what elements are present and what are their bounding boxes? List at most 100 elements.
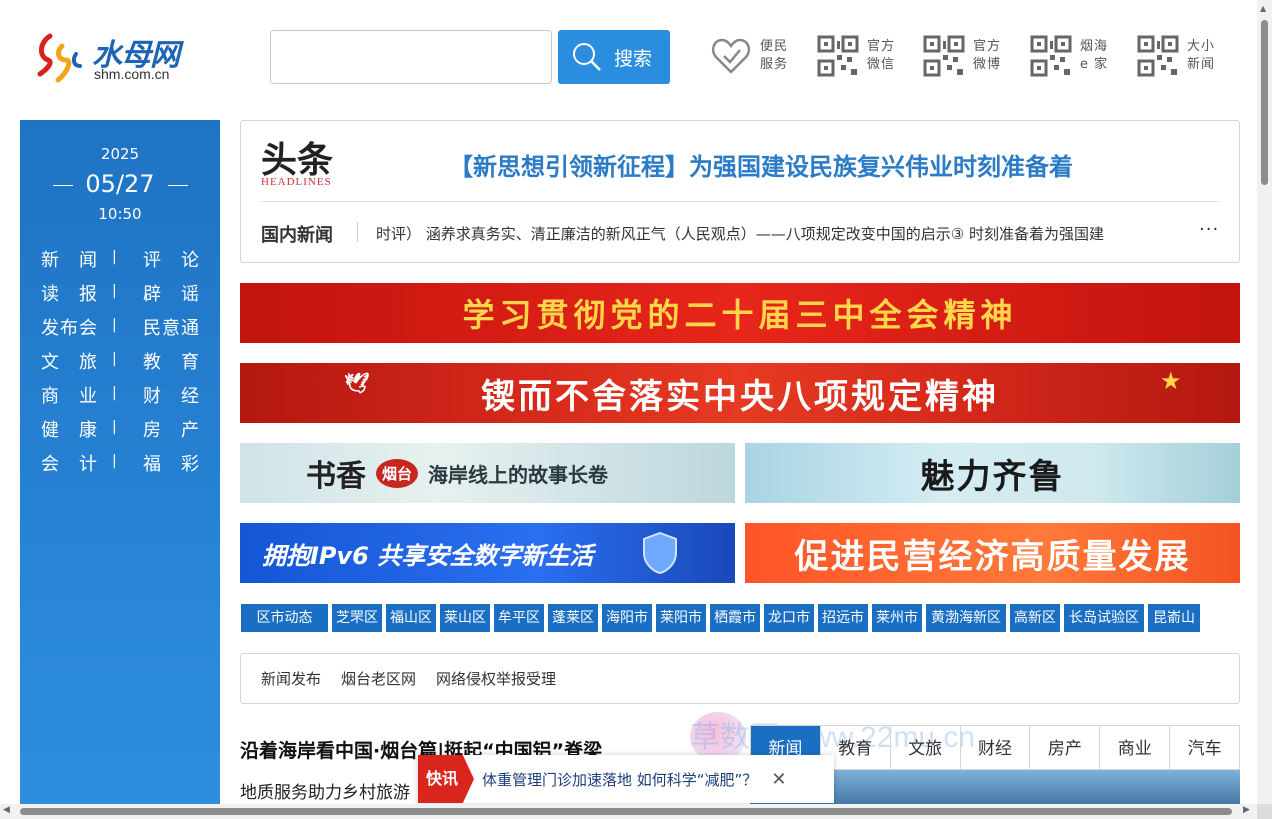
banner-third-plenum[interactable]: 学习贯彻党的二十届三中全会精神	[240, 283, 1240, 343]
banner-ipv6[interactable]: 拥抱IPv6 共享安全数字新生活	[240, 523, 735, 583]
link-news-release[interactable]: 新闻发布	[261, 668, 321, 689]
banner-text: 促进民营经济高质量发展	[794, 536, 1191, 577]
district-link[interactable]: 蓬莱区	[548, 604, 598, 632]
district-link[interactable]: 芝罘区	[332, 604, 382, 632]
heart-icon	[711, 38, 751, 74]
link-yantai-old-area[interactable]: 烟台老区网	[341, 668, 416, 689]
sidebar-item-business[interactable]: 商业	[41, 382, 97, 408]
nav-separator: |	[112, 385, 117, 401]
tab-culture-tourism[interactable]: 文旅	[891, 726, 961, 769]
close-icon[interactable]: ✕	[771, 769, 786, 790]
district-nav: 区市动态 芝罘区 福山区 莱山区 牟平区 蓬莱区 海阳市 莱阳市 栖霞市 龙口市…	[241, 604, 1204, 632]
divider	[357, 222, 358, 242]
sidebar-item-public-opinion[interactable]: 民意通	[143, 314, 199, 340]
scroll-up-icon[interactable]: ▲	[1260, 4, 1266, 13]
qr-code-icon	[1030, 35, 1072, 77]
scrollbar-thumb[interactable]	[20, 808, 1232, 815]
district-link[interactable]: 牟平区	[494, 604, 544, 632]
sidebar-item-culture-tourism[interactable]: 文旅	[41, 348, 97, 374]
horizontal-scrollbar[interactable]: ◀ ▶	[0, 804, 1257, 819]
banner-private-economy[interactable]: 促进民营经济高质量发展	[745, 523, 1240, 583]
nav-separator: |	[112, 249, 117, 265]
sidebar-item-comment[interactable]: 评论	[143, 246, 199, 272]
scroll-left-icon[interactable]: ◀	[3, 805, 10, 815]
headlines-panel: 头条 HEADLINES 【新思想引领新征程】为强国建设民族复兴伟业时刻准备着 …	[240, 120, 1240, 263]
star-icon: ★	[1160, 367, 1185, 395]
headline-title-link[interactable]: 【新思想引领新征程】为强国建设民族复兴伟业时刻准备着	[449, 147, 1073, 182]
domestic-news-label[interactable]: 国内新闻	[261, 221, 333, 247]
official-wechat-link[interactable]: 官方 微信	[817, 32, 899, 80]
scrollbar-thumb[interactable]	[1261, 20, 1268, 185]
sidebar-item-real-estate[interactable]: 房产	[143, 416, 199, 442]
tab-real-estate[interactable]: 房产	[1030, 726, 1101, 769]
tool-label: 便民	[760, 39, 789, 54]
search-icon	[573, 43, 601, 71]
nav-separator: |	[112, 283, 117, 299]
news-ticker[interactable]: 时评） 涵养求真务实、清正廉洁的新风正气（人民观点）——八项规定改变中国的启示③…	[376, 223, 1181, 244]
scroll-right-icon[interactable]: ▶	[1243, 805, 1250, 815]
search-button-label: 搜索	[614, 47, 653, 70]
official-weibo-link[interactable]: 官方 微博	[923, 32, 1005, 80]
district-link[interactable]: 莱阳市	[656, 604, 706, 632]
district-link[interactable]: 招远市	[818, 604, 868, 632]
tool-label: 官方	[867, 39, 896, 54]
sidebar-item-news[interactable]: 新闻	[41, 246, 97, 272]
daxiao-news-link[interactable]: 大小 新闻	[1137, 32, 1219, 80]
sidebar-nav-row: 会计 | 福彩	[20, 450, 220, 484]
flash-tag: 快讯	[418, 755, 474, 803]
district-link[interactable]: 昆嵛山	[1148, 604, 1200, 632]
district-link[interactable]: 栖霞市	[710, 604, 760, 632]
district-link[interactable]: 莱州市	[872, 604, 922, 632]
district-link[interactable]: 莱山区	[440, 604, 490, 632]
search-input[interactable]	[270, 30, 552, 84]
tab-finance[interactable]: 财经	[961, 726, 1031, 769]
site-logo[interactable]: 水母网 shm.com.cn	[36, 28, 206, 92]
district-link[interactable]: 福山区	[386, 604, 436, 632]
district-link[interactable]: 海阳市	[602, 604, 652, 632]
vertical-scrollbar[interactable]: ▲	[1257, 0, 1272, 804]
banner-seal: 烟台	[376, 458, 419, 488]
district-link[interactable]: 长岛试验区	[1064, 604, 1144, 632]
sidebar-item-lottery[interactable]: 福彩	[143, 450, 199, 476]
district-link[interactable]: 黄渤海新区	[926, 604, 1006, 632]
banner-eight-rules[interactable]: 🕊 锲而不舍落实中央八项规定精神 ★	[240, 363, 1240, 423]
sidebar-nav-row: 文旅 | 教育	[20, 348, 220, 382]
scrollbar-corner	[1257, 804, 1272, 819]
district-link[interactable]: 高新区	[1010, 604, 1060, 632]
banner-charming-qilu[interactable]: 魅力齐鲁	[745, 443, 1240, 503]
banner-text: 拥抱IPv6 共享安全数字新生活	[262, 541, 594, 570]
tool-label: 官方	[973, 39, 1002, 54]
sidebar-item-accounting[interactable]: 会计	[41, 450, 97, 476]
logo-domain: shm.com.cn	[94, 66, 170, 82]
sidebar: 2025 05/27 10:50 新闻 | 评论 读报 | 辟谣 发布会 | 民…	[20, 120, 220, 819]
sidebar-item-education[interactable]: 教育	[143, 348, 199, 374]
yanhai-ejia-link[interactable]: 烟海 e 家	[1030, 32, 1112, 80]
tool-label: 微信	[867, 57, 896, 72]
tool-label: 微博	[973, 57, 1002, 72]
sidebar-nav-row: 发布会 | 民意通	[20, 314, 220, 348]
sidebar-item-rumor[interactable]: 辟谣	[143, 280, 199, 306]
more-icon[interactable]: ···	[1199, 219, 1219, 240]
sidebar-nav-row: 新闻 | 评论	[20, 246, 220, 280]
banner-book-fragrance-yantai[interactable]: 书香 烟台 海岸线上的故事长卷	[240, 443, 735, 503]
sidebar-item-read-paper[interactable]: 读报	[41, 280, 97, 306]
district-link[interactable]: 区市动态	[241, 604, 328, 632]
search-button[interactable]: 搜索	[558, 30, 670, 84]
sidebar-item-health[interactable]: 健康	[41, 416, 97, 442]
sidebar-item-press-conference[interactable]: 发布会	[41, 314, 97, 340]
nav-separator: |	[112, 317, 117, 333]
flash-news-link[interactable]: 体重管理门诊加速落地 如何科学“减肥”？	[482, 769, 757, 790]
tab-auto[interactable]: 汽车	[1170, 726, 1239, 769]
convenience-service-link[interactable]: 便民 服务	[710, 32, 792, 80]
shield-icon	[643, 531, 677, 575]
link-infringement-report[interactable]: 网络侵权举报受理	[436, 668, 556, 689]
qr-code-icon	[923, 35, 965, 77]
banner-text: 海岸线上的故事长卷	[428, 462, 609, 487]
sidebar-nav-row: 健康 | 房产	[20, 416, 220, 450]
news-item-link[interactable]: 地质服务助力乡村旅游	[240, 778, 410, 803]
date-year: 2025	[100, 145, 140, 163]
tab-business[interactable]: 商业	[1100, 726, 1171, 769]
district-link[interactable]: 龙口市	[764, 604, 814, 632]
divider	[261, 201, 1219, 202]
sidebar-item-finance[interactable]: 财经	[143, 382, 199, 408]
